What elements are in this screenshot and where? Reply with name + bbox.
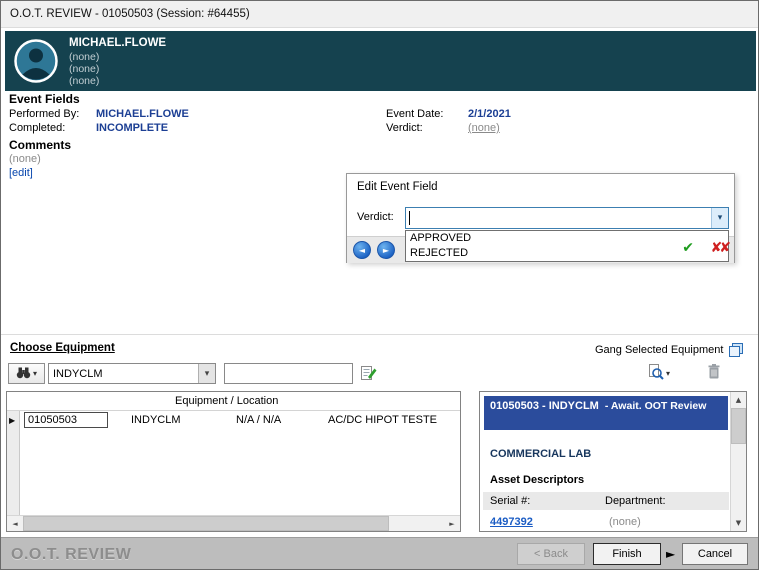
equipment-search-input[interactable] — [224, 363, 353, 384]
verdict-value-link[interactable]: (none) — [468, 122, 500, 134]
cancel-button[interactable]: Cancel — [682, 543, 748, 565]
detail-title-status: - Await. OOT Review — [605, 400, 707, 412]
comments-value: (none) — [9, 153, 41, 165]
row-selector-gutter: ▶ — [7, 411, 20, 515]
gang-equipment-icon[interactable] — [728, 342, 744, 361]
asset-descriptors-heading: Asset Descriptors — [490, 474, 584, 486]
oot-review-window: O.O.T. REVIEW - 01050503 (Session: #6445… — [0, 0, 759, 570]
prev-record-button[interactable]: ◄ — [353, 241, 371, 259]
wizard-step-title: O.O.T. REVIEW — [11, 546, 131, 564]
user-detail-line: (none) — [69, 75, 99, 87]
comments-edit-link[interactable]: [edit] — [9, 167, 33, 179]
wizard-footer: O.O.T. REVIEW < Back Finish ► Cancel — [1, 537, 758, 570]
event-date-label: Event Date: — [386, 108, 443, 120]
vertical-scrollbar[interactable]: ▲ ▼ — [730, 392, 746, 531]
equipment-table: Equipment / Location ▶ 01050503 INDYCLM … — [6, 391, 461, 532]
scroll-left-icon[interactable]: ◄ — [7, 516, 23, 531]
edit-filter-button[interactable] — [358, 364, 378, 384]
verdict-label: Verdict: — [386, 122, 423, 134]
delete-equipment-button[interactable] — [705, 363, 723, 383]
event-fields-heading: Event Fields — [9, 92, 80, 106]
next-arrow-icon: ► — [666, 547, 675, 561]
equipment-location-header: Equipment / Location — [175, 395, 278, 407]
binoculars-icon — [16, 366, 31, 382]
chevron-down-icon[interactable]: ▾ — [666, 369, 670, 378]
equipment-location-cell: N/A / N/A — [236, 414, 281, 426]
scroll-down-icon[interactable]: ▼ — [731, 515, 746, 531]
chevron-down-icon[interactable]: ▾ — [33, 369, 37, 378]
chevron-down-icon[interactable]: ▾ — [711, 208, 728, 228]
user-detail-line: (none) — [69, 51, 99, 63]
preview-magnifier-icon — [647, 363, 664, 383]
verdict-combobox[interactable]: ▾ — [405, 207, 729, 229]
user-name: MICHAEL.FLOWE — [69, 37, 166, 49]
scroll-right-icon[interactable]: ► — [444, 516, 460, 531]
horizontal-scrollbar[interactable]: ◄ ► — [7, 515, 460, 531]
user-avatar-icon — [14, 39, 58, 83]
performed-by-value: MICHAEL.FLOWE — [96, 108, 189, 120]
equipment-model-cell: INDYCLM — [131, 414, 181, 426]
edit-event-field-popup: Edit Event Field Verdict: ▾ ◄ ► ✔ ✘✘ APP… — [346, 173, 735, 263]
verdict-dropdown-list: APPROVED REJECTED — [405, 230, 729, 262]
user-detail-line: (none) — [69, 63, 99, 75]
equipment-table-row[interactable]: 01050503 INDYCLM N/A / N/A AC/DC HIPOT T… — [20, 411, 460, 431]
next-record-button[interactable]: ► — [377, 241, 395, 259]
window-title: O.O.T. REVIEW - 01050503 (Session: #6445… — [10, 8, 250, 20]
serial-value-link[interactable]: 4497392 — [490, 516, 533, 528]
edit-note-icon — [360, 364, 377, 384]
choose-equipment-heading[interactable]: Choose Equipment — [10, 342, 115, 354]
horizontal-scrollbar-thumb[interactable] — [23, 516, 389, 531]
user-banner: MICHAEL.FLOWE (none) (none) (none) — [5, 31, 756, 91]
detail-lab-name: COMMERCIAL LAB — [490, 448, 591, 460]
serial-label: Serial #: — [490, 495, 530, 507]
finish-button[interactable]: Finish — [593, 543, 661, 565]
comments-heading: Comments — [9, 138, 71, 152]
verdict-field-label: Verdict: — [357, 211, 394, 223]
department-label: Department: — [605, 495, 666, 507]
performed-by-label: Performed By: — [9, 108, 79, 120]
event-date-value: 2/1/2021 — [468, 108, 511, 120]
back-button: < Back — [517, 543, 585, 565]
department-value: (none) — [609, 516, 641, 528]
confirm-check-icon[interactable]: ✔ — [682, 240, 694, 256]
chevron-down-icon[interactable]: ▾ — [198, 364, 215, 383]
equipment-type-combobox[interactable]: INDYCLM ▾ — [48, 363, 216, 384]
current-row-marker-icon: ▶ — [9, 416, 15, 425]
find-equipment-button[interactable]: ▾ — [8, 363, 45, 384]
detail-panel-header: 01050503 - INDYCLM - Await. OOT Review — [484, 396, 728, 430]
window-titlebar: O.O.T. REVIEW - 01050503 (Session: #6445… — [1, 1, 758, 28]
trash-icon — [707, 363, 721, 383]
preview-equipment-button[interactable]: ▾ — [642, 363, 675, 383]
dropdown-option-rejected[interactable]: REJECTED — [406, 246, 728, 261]
completed-value: INCOMPLETE — [96, 122, 168, 134]
popup-title: Edit Event Field — [357, 181, 438, 193]
equipment-type-value: INDYCLM — [49, 368, 198, 380]
completed-label: Completed: — [9, 122, 65, 134]
equipment-table-header: Equipment / Location — [7, 392, 460, 411]
dropdown-option-approved[interactable]: APPROVED — [406, 231, 728, 246]
detail-title-main: 01050503 - INDYCLM — [490, 400, 599, 412]
cancel-x-icon[interactable]: ✘✘ — [711, 240, 728, 256]
equipment-id-cell[interactable]: 01050503 — [24, 412, 108, 428]
vertical-scrollbar-thumb[interactable] — [731, 408, 746, 444]
descriptor-labels-row: Serial #: Department: — [483, 492, 729, 510]
section-divider — [1, 334, 758, 335]
equipment-description-cell: AC/DC HIPOT TESTE — [328, 414, 437, 426]
text-cursor — [409, 211, 410, 225]
gang-selected-equipment-label: Gang Selected Equipment — [595, 344, 723, 356]
scroll-up-icon[interactable]: ▲ — [731, 392, 746, 408]
equipment-detail-panel: 01050503 - INDYCLM - Await. OOT Review C… — [479, 391, 747, 532]
